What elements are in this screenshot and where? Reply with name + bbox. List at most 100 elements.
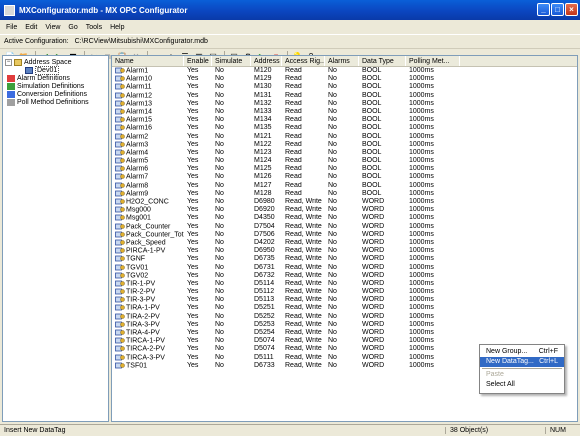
cell-text: No — [328, 173, 337, 181]
table-row[interactable]: Alarm8 Yes No M127 Read No BOOL 1000ms — [112, 182, 577, 190]
column-header-simulate[interactable]: Simulate — [212, 56, 251, 66]
cell-text: Read — [285, 124, 302, 132]
table-cell: TIRCA-3-PV — [112, 354, 184, 362]
table-row[interactable]: Alarm13 Yes No M132 Read No BOOL 1000ms — [112, 100, 577, 108]
table-row[interactable]: TIRA-1-PV Yes No D5251 Read, Write No WORD 1000… — [112, 304, 577, 312]
table-cell: Alarm1 — [112, 67, 184, 75]
table-row[interactable]: H2O2_CONC Yes No D6980 Read, Write No WORD 1000… — [112, 198, 577, 206]
column-header-enable[interactable]: Enable — [184, 56, 212, 66]
table-row[interactable]: Pack_Counter_Total Yes No D7506 Read, Write N… — [112, 231, 577, 239]
table-cell: TIRA-3-PV — [112, 321, 184, 329]
table-row[interactable]: TGV02 Yes No D6732 Read, Write No WORD 1000ms — [112, 272, 577, 280]
column-header-data-type[interactable]: Data Type — [359, 56, 406, 66]
table-row[interactable]: Alarm3 Yes No M122 Read No BOOL 1000ms — [112, 141, 577, 149]
table-row[interactable]: Alarm16 Yes No M135 Read No BOOL 1000ms — [112, 124, 577, 132]
table-row[interactable]: Alarm9 Yes No M128 Read No BOOL 1000ms — [112, 190, 577, 198]
context-menu-new-group[interactable]: New Group... Ctrl+F — [480, 347, 564, 357]
cell-text: Pack_Speed — [126, 239, 166, 247]
table-row[interactable]: Alarm1 Yes No M120 Read No BOOL 1000ms — [112, 67, 577, 75]
column-header-access-rights[interactable]: Access Rig... — [282, 56, 325, 66]
table-row[interactable]: TIRA-4-PV Yes No D5254 Read, Write No WORD 1000… — [112, 329, 577, 337]
table-cell: D5253 — [251, 321, 282, 329]
cell-text: BOOL — [362, 173, 382, 181]
datatag-icon — [115, 255, 125, 262]
table-row[interactable]: TIR-2-PV Yes No D5112 Read, Write No WORD 1000m… — [112, 288, 577, 296]
cell-text: BOOL — [362, 99, 382, 107]
cell-text: No — [328, 206, 337, 214]
table-cell: 1000ms — [406, 149, 460, 157]
context-menu-select-all[interactable]: Select All — [480, 380, 564, 390]
cell-text: Pack_Counter — [126, 222, 171, 230]
table-row[interactable]: Alarm4 Yes No M123 Read No BOOL 1000ms — [112, 149, 577, 157]
table-row[interactable]: TIR-1-PV Yes No D5114 Read, Write No WORD 1000m… — [112, 280, 577, 288]
datatag-icon — [115, 214, 125, 221]
table-row[interactable]: Alarm6 Yes No M125 Read No BOOL 1000ms — [112, 165, 577, 173]
table-row[interactable]: Msg001 Yes No D4350 Read, Write No WORD 1000ms — [112, 214, 577, 222]
minimize-button[interactable]: _ — [537, 3, 550, 16]
table-row[interactable]: Alarm15 Yes No M134 Read No BOOL 1000ms — [112, 116, 577, 124]
table-row[interactable]: Alarm14 Yes No M133 Read No BOOL 1000ms — [112, 108, 577, 116]
table-cell: BOOL — [359, 182, 406, 190]
table-cell: No — [212, 288, 251, 296]
tree-item-simulation-definitions[interactable]: Simulation Definitions — [5, 82, 108, 90]
table-row[interactable]: TGV01 Yes No D6731 Read, Write No WORD 1000ms — [112, 264, 577, 272]
cell-text: Yes — [187, 263, 199, 271]
table-row[interactable]: TIR-3-PV Yes No D5113 Read, Write No WORD 1000m… — [112, 296, 577, 304]
table-cell: 1000ms — [406, 141, 460, 149]
menu-edit[interactable]: Edit — [21, 24, 41, 31]
menu-view[interactable]: View — [41, 24, 64, 31]
table-cell: Yes — [184, 141, 212, 149]
cell-text: No — [215, 214, 224, 222]
close-button[interactable]: × — [565, 3, 578, 16]
cell-text: WORD — [362, 247, 385, 255]
table-row[interactable]: Alarm2 Yes No M121 Read No BOOL 1000ms — [112, 133, 577, 141]
tree-label: Conversion Definitions — [17, 90, 88, 98]
menu-file[interactable]: File — [2, 24, 21, 31]
cell-text: No — [215, 255, 224, 263]
table-row[interactable]: TIRA-2-PV Yes No D5252 Read, Write No WORD 1000… — [112, 313, 577, 321]
table-row[interactable]: Pack_Speed Yes No D4202 Read, Write No WORD 100… — [112, 239, 577, 247]
table-cell: TIRA-2-PV — [112, 313, 184, 321]
menu-tools[interactable]: Tools — [82, 24, 106, 31]
tree-item-conversion-definitions[interactable]: Conversion Definitions — [5, 90, 108, 98]
tree-item-poll-method-definitions[interactable]: Poll Method Definitions — [5, 98, 108, 106]
column-header-alarms[interactable]: Alarms — [325, 56, 359, 66]
table-row[interactable]: PIRCA-1-PV Yes No D6950 Read, Write No WORD 100… — [112, 247, 577, 255]
cell-text: No — [215, 337, 224, 345]
table-row[interactable]: Pack_Counter Yes No D7504 Read, Write No WORD 1… — [112, 223, 577, 231]
table-cell: TIR-3-PV — [112, 296, 184, 304]
table-row[interactable]: Alarm7 Yes No M126 Read No BOOL 1000ms — [112, 173, 577, 181]
cell-text: WORD — [362, 320, 385, 328]
tree-item-dev01[interactable]: Dev01 — [5, 65, 108, 75]
column-header-name[interactable]: Name — [112, 56, 184, 66]
tree-label: Address Space — [24, 58, 72, 66]
table-cell: D6920 — [251, 206, 282, 214]
column-header-address[interactable]: Address — [251, 56, 282, 66]
cell-text: No — [328, 345, 337, 353]
cell-text: Read, Write — [285, 279, 322, 287]
datatag-icon — [115, 206, 125, 213]
context-menu-new-datatag[interactable]: New DataTag... Ctrl+L — [480, 357, 564, 367]
menu-go[interactable]: Go — [64, 24, 81, 31]
cell-text: No — [215, 206, 224, 214]
table-cell: No — [325, 214, 359, 222]
table-cell: Yes — [184, 247, 212, 255]
table-cell: No — [325, 354, 359, 362]
menu-help[interactable]: Help — [106, 24, 128, 31]
cell-text: Yes — [187, 83, 199, 91]
cell-text: Msg000 — [126, 206, 151, 214]
table-row[interactable]: Alarm5 Yes No M124 Read No BOOL 1000ms — [112, 157, 577, 165]
table-row[interactable]: Msg000 Yes No D6920 Read, Write No WORD 1000ms — [112, 206, 577, 214]
maximize-button[interactable]: □ — [551, 3, 564, 16]
table-cell: Yes — [184, 173, 212, 181]
tree-item-alarm-definitions[interactable]: Alarm Definitions — [5, 74, 108, 82]
table-row[interactable]: Alarm12 Yes No M131 Read No BOOL 1000ms — [112, 92, 577, 100]
table-row[interactable]: TGNF Yes No D6735 Read, Write No WORD 1000ms — [112, 255, 577, 263]
column-header-polling-method[interactable]: Polling Met... — [406, 56, 460, 66]
context-menu-paste[interactable]: Paste — [480, 370, 564, 380]
table-row[interactable]: Alarm11 Yes No M130 Read No BOOL 1000ms — [112, 83, 577, 91]
cell-text: D5114 — [254, 279, 275, 287]
table-row[interactable]: Alarm10 Yes No M129 Read No BOOL 1000ms — [112, 75, 577, 83]
collapse-icon[interactable]: − — [5, 58, 12, 66]
table-row[interactable]: TIRA-3-PV Yes No D5253 Read, Write No WORD 1000… — [112, 321, 577, 329]
